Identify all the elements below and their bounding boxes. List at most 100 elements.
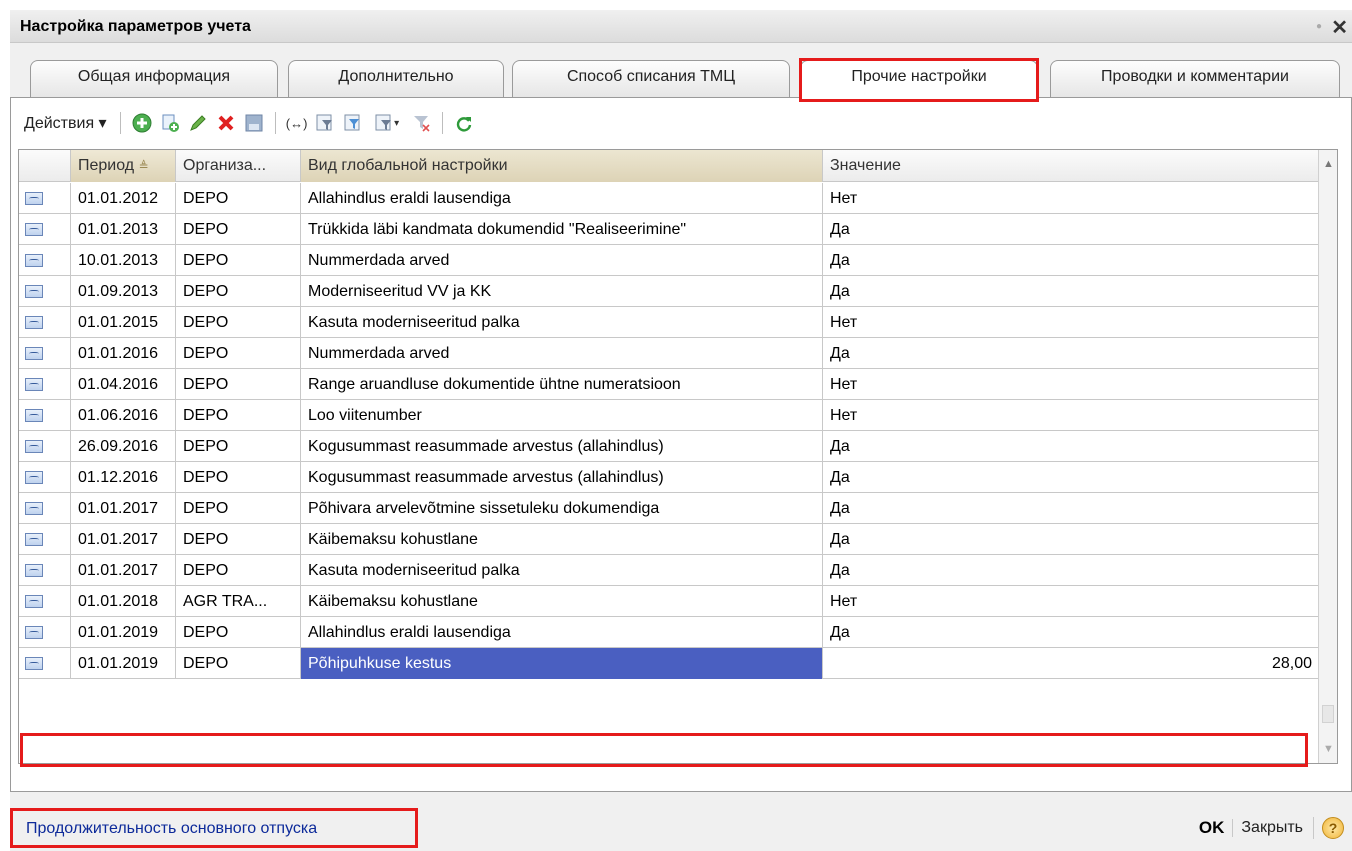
organization-cell[interactable]: DEPO: [176, 493, 301, 524]
value-cell[interactable]: Нет: [823, 369, 1319, 400]
organization-cell[interactable]: DEPO: [176, 617, 301, 648]
organization-cell[interactable]: AGR TRA...: [176, 586, 301, 617]
setting-type-cell[interactable]: Kasuta moderniseeritud palka: [301, 307, 823, 338]
setting-type-cell[interactable]: Käibemaksu kohustlane: [301, 524, 823, 555]
value-cell[interactable]: Да: [823, 245, 1319, 276]
setting-type-cell[interactable]: Moderniseeritud VV ja KK: [301, 276, 823, 307]
tab-other-settings[interactable]: Прочие настройки: [800, 60, 1038, 98]
column-header-value[interactable]: Значение: [823, 150, 1319, 182]
value-cell[interactable]: Нет: [823, 183, 1319, 214]
table-row[interactable]: 01.09.2013 DEPO Moderniseeritud VV ja KK Да: [19, 276, 1319, 307]
column-header-setting-type[interactable]: Вид глобальной настройки: [301, 150, 823, 182]
table-row[interactable]: 01.01.2018 AGR TRA... Käibemaksu kohustlan…: [19, 586, 1319, 617]
value-cell[interactable]: Да: [823, 338, 1319, 369]
period-cell[interactable]: 01.01.2017: [71, 555, 176, 586]
setting-type-cell[interactable]: Range aruandluse dokumentide ühtne numer…: [301, 369, 823, 400]
setting-type-cell[interactable]: Trükkida läbi kandmata dokumendid "Reali…: [301, 214, 823, 245]
help-icon[interactable]: ?: [1322, 817, 1344, 839]
period-cell[interactable]: 26.09.2016: [71, 431, 176, 462]
period-cell[interactable]: 01.01.2015: [71, 307, 176, 338]
organization-cell[interactable]: DEPO: [176, 245, 301, 276]
pin-icon[interactable]: ●: [1316, 21, 1322, 32]
period-cell[interactable]: 01.04.2016: [71, 369, 176, 400]
table-row[interactable]: 01.01.2019 DEPO Põhipuhkuse kestus 28,00: [19, 648, 1319, 679]
table-row[interactable]: 01.01.2017 DEPO Kasuta moderniseeritud pal…: [19, 555, 1319, 586]
value-cell[interactable]: Да: [823, 524, 1319, 555]
value-cell[interactable]: Да: [823, 214, 1319, 245]
period-cell[interactable]: 01.06.2016: [71, 400, 176, 431]
organization-cell[interactable]: DEPO: [176, 214, 301, 245]
setting-type-cell[interactable]: Kogusummast reasummade arvestus (allahin…: [301, 431, 823, 462]
sort-icon[interactable]: (↔): [286, 112, 308, 134]
value-cell[interactable]: Да: [823, 493, 1319, 524]
table-row[interactable]: 01.01.2016 DEPO Nummerdada arved Да: [19, 338, 1319, 369]
organization-cell[interactable]: DEPO: [176, 555, 301, 586]
value-cell[interactable]: Да: [823, 276, 1319, 307]
setting-type-cell[interactable]: Kogusummast reasummade arvestus (allahin…: [301, 462, 823, 493]
delete-icon[interactable]: [215, 112, 237, 134]
value-cell[interactable]: Да: [823, 617, 1319, 648]
organization-cell[interactable]: DEPO: [176, 338, 301, 369]
tab-write-off-method[interactable]: Способ списания ТМЦ: [512, 60, 790, 97]
period-cell[interactable]: 10.01.2013: [71, 245, 176, 276]
filter-list-icon[interactable]: ▾: [370, 112, 404, 134]
period-cell[interactable]: 01.01.2019: [71, 648, 176, 679]
refresh-icon[interactable]: [453, 112, 475, 134]
organization-cell[interactable]: DEPO: [176, 183, 301, 214]
edit-icon[interactable]: [187, 112, 209, 134]
setting-type-cell[interactable]: Nummerdada arved: [301, 338, 823, 369]
organization-cell[interactable]: DEPO: [176, 400, 301, 431]
value-cell[interactable]: Нет: [823, 586, 1319, 617]
organization-cell[interactable]: DEPO: [176, 307, 301, 338]
save-icon[interactable]: [243, 112, 265, 134]
table-row[interactable]: 01.01.2019 DEPO Allahindlus eraldi lausend…: [19, 617, 1319, 648]
column-header-organization[interactable]: Организа...: [176, 150, 301, 182]
vertical-scrollbar[interactable]: ▲ ▼: [1318, 150, 1337, 763]
period-cell[interactable]: 01.01.2016: [71, 338, 176, 369]
tab-postings-comments[interactable]: Проводки и комментарии: [1050, 60, 1340, 97]
value-cell[interactable]: Да: [823, 462, 1319, 493]
setting-type-cell[interactable]: Käibemaksu kohustlane: [301, 586, 823, 617]
table-row[interactable]: 01.06.2016 DEPO Loo viitenumber Нет: [19, 400, 1319, 431]
add-icon[interactable]: [131, 112, 153, 134]
period-cell[interactable]: 01.01.2012: [71, 183, 176, 214]
filter-selection-icon[interactable]: [342, 112, 364, 134]
value-cell[interactable]: Да: [823, 555, 1319, 586]
table-row[interactable]: 01.01.2017 DEPO Käibemaksu kohustlane Да: [19, 524, 1319, 555]
value-cell[interactable]: Нет: [823, 307, 1319, 338]
value-cell[interactable]: Да: [823, 431, 1319, 462]
period-cell[interactable]: 01.01.2017: [71, 493, 176, 524]
organization-cell[interactable]: DEPO: [176, 431, 301, 462]
organization-cell[interactable]: DEPO: [176, 462, 301, 493]
period-cell[interactable]: 01.01.2017: [71, 524, 176, 555]
ok-button[interactable]: OK: [1191, 818, 1233, 838]
organization-cell[interactable]: DEPO: [176, 648, 301, 679]
setting-type-cell[interactable]: Nummerdada arved: [301, 245, 823, 276]
column-header-icon[interactable]: [19, 150, 71, 182]
table-row[interactable]: 01.12.2016 DEPO Kogusummast reasummade arv…: [19, 462, 1319, 493]
table-row[interactable]: 01.04.2016 DEPO Range aruandluse dokumenti…: [19, 369, 1319, 400]
period-cell[interactable]: 01.12.2016: [71, 462, 176, 493]
filter-icon[interactable]: [314, 112, 336, 134]
scroll-up-icon[interactable]: ▲: [1323, 158, 1334, 170]
clear-filter-icon[interactable]: [410, 112, 432, 134]
value-cell[interactable]: 28,00: [823, 648, 1319, 679]
organization-cell[interactable]: DEPO: [176, 369, 301, 400]
table-row[interactable]: 01.01.2017 DEPO Põhivara arvelevõtmine sis…: [19, 493, 1319, 524]
setting-type-cell[interactable]: Põhivara arvelevõtmine sissetuleku dokum…: [301, 493, 823, 524]
table-row[interactable]: 01.01.2013 DEPO Trükkida läbi kandmata dok…: [19, 214, 1319, 245]
actions-menu[interactable]: Действия ▾: [24, 113, 113, 133]
close-button[interactable]: Закрыть: [1232, 819, 1311, 837]
scroll-down-icon[interactable]: ▼: [1323, 743, 1334, 755]
tab-general-info[interactable]: Общая информация: [30, 60, 278, 97]
setting-type-cell[interactable]: Allahindlus eraldi lausendiga: [301, 617, 823, 648]
column-header-period[interactable]: Период ≜: [71, 150, 176, 182]
table-row[interactable]: 01.01.2012 DEPO Allahindlus eraldi lausend…: [19, 183, 1319, 214]
period-cell[interactable]: 01.01.2019: [71, 617, 176, 648]
table-row[interactable]: 26.09.2016 DEPO Kogusummast reasummade arv…: [19, 431, 1319, 462]
period-cell[interactable]: 01.09.2013: [71, 276, 176, 307]
period-cell[interactable]: 01.01.2018: [71, 586, 176, 617]
period-cell[interactable]: 01.01.2013: [71, 214, 176, 245]
setting-type-cell[interactable]: Loo viitenumber: [301, 400, 823, 431]
organization-cell[interactable]: DEPO: [176, 524, 301, 555]
